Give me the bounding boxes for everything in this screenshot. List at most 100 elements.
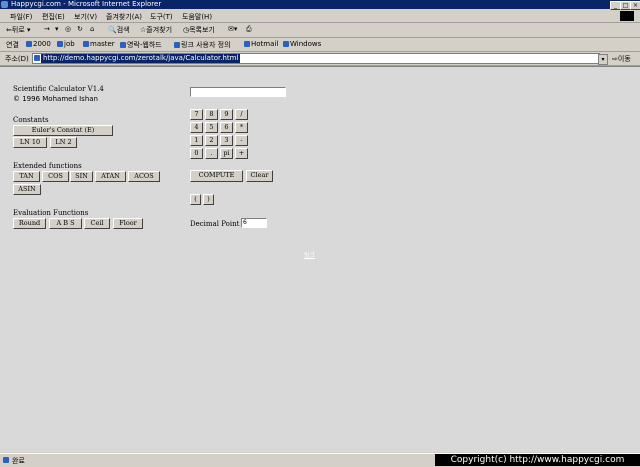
link-webhard[interactable]: 영락-웹하드 xyxy=(120,40,162,50)
key-5[interactable]: 5 xyxy=(205,122,218,133)
ie-page-icon xyxy=(174,42,180,48)
refresh-icon[interactable]: ↻ xyxy=(77,25,83,33)
calc-author: © 1996 Mohamed Ishan xyxy=(13,95,98,103)
ceil-button[interactable]: Ceil xyxy=(84,218,110,229)
ie-page-icon xyxy=(3,457,9,463)
asin-button[interactable]: ASIN xyxy=(13,184,41,195)
go-button[interactable]: ⇨이동 xyxy=(612,54,631,64)
link-hotmail[interactable]: Hotmail xyxy=(244,40,278,48)
go-label: 이동 xyxy=(617,55,631,63)
key-3[interactable]: 3 xyxy=(220,135,233,146)
link-label: 링크 사용자 정의 xyxy=(181,41,231,49)
key-6[interactable]: 6 xyxy=(220,122,233,133)
menu-help[interactable]: 도움말(H) xyxy=(182,12,212,22)
constants-heading: Constants xyxy=(13,116,49,124)
address-dropdown-icon[interactable]: ▾ xyxy=(598,54,608,65)
close-button[interactable]: × xyxy=(630,1,640,10)
extended-heading: Extended functions xyxy=(13,162,82,170)
key-pi[interactable]: pi xyxy=(220,148,233,159)
decimal-point-input[interactable]: 6 xyxy=(241,218,267,228)
link-2000[interactable]: 2000 xyxy=(26,40,51,48)
clear-button[interactable]: Clear xyxy=(246,170,273,182)
ie-page-icon xyxy=(57,41,63,47)
evaluation-heading: Evaluation Functions xyxy=(13,209,89,217)
ie-page-icon xyxy=(120,42,126,48)
page-content: Scientific Calculator V1.4 © 1996 Mohame… xyxy=(0,66,640,452)
compute-button[interactable]: COMPUTE xyxy=(190,170,243,182)
key-plus[interactable]: + xyxy=(235,148,248,159)
ie-page-icon xyxy=(283,41,289,47)
key-0[interactable]: 0 xyxy=(190,148,203,159)
home-link[interactable]: 링크 xyxy=(304,250,315,259)
close-paren-button[interactable]: ) xyxy=(203,194,214,205)
abs-button[interactable]: A B S xyxy=(49,218,82,229)
home-icon[interactable]: ⌂ xyxy=(90,25,94,33)
favorites-button[interactable]: ☆즐겨찾기 xyxy=(140,25,172,35)
sin-button[interactable]: SIN xyxy=(70,171,93,182)
key-7[interactable]: 7 xyxy=(190,109,203,120)
link-job[interactable]: job xyxy=(57,40,75,48)
ln10-button[interactable]: LN 10 xyxy=(13,137,47,148)
history-button[interactable]: ◷목록보기 xyxy=(183,25,215,35)
address-url: http://demo.happycgi.com/zerotalk/java/C… xyxy=(41,54,241,63)
address-label: 주소(D) xyxy=(5,55,29,63)
acos-button[interactable]: ACOS xyxy=(128,171,160,182)
key-divide[interactable]: / xyxy=(235,109,248,120)
forward-button[interactable]: → xyxy=(44,25,50,33)
title-bar: Happycgi.com - Microsoft Internet Explor… xyxy=(0,0,640,10)
standard-toolbar: ⇐뒤로 ▾ → ▾ ◎ ↻ ⌂ 🔍검색 ☆즐겨찾기 ◷목록보기 ✉▾ ⎙ xyxy=(0,23,640,38)
ie-page-icon xyxy=(34,55,40,61)
euler-button[interactable]: Euler's Constat (E) xyxy=(13,125,113,136)
link-windows[interactable]: Windows xyxy=(283,40,321,48)
link-label: Windows xyxy=(290,40,322,48)
ie-page-icon xyxy=(26,41,32,47)
key-4[interactable]: 4 xyxy=(190,122,203,133)
link-customize[interactable]: 링크 사용자 정의 xyxy=(174,40,231,50)
atan-button[interactable]: ATAN xyxy=(95,171,126,182)
ie-page-icon xyxy=(244,41,250,47)
address-bar: 주소(D) http://demo.happycgi.com/zerotalk/… xyxy=(0,52,640,66)
round-button[interactable]: Round xyxy=(13,218,46,229)
print-icon[interactable]: ⎙ xyxy=(246,25,252,34)
key-minus[interactable]: - xyxy=(235,135,248,146)
menu-file[interactable]: 파일(F) xyxy=(10,12,32,22)
key-9[interactable]: 9 xyxy=(220,109,233,120)
menu-tools[interactable]: 도구(T) xyxy=(150,12,173,22)
forward-dropdown-icon[interactable]: ▾ xyxy=(55,25,59,33)
search-button[interactable]: 🔍검색 xyxy=(108,25,130,35)
ie-icon xyxy=(1,1,8,8)
history-label: 목록보기 xyxy=(189,26,215,34)
calc-display-input[interactable] xyxy=(190,87,286,97)
mail-icon[interactable]: ✉▾ xyxy=(228,25,237,33)
menu-favorites[interactable]: 즐겨찾기(A) xyxy=(106,12,142,22)
menu-view[interactable]: 보기(V) xyxy=(74,12,97,22)
decimal-point-label: Decimal Point xyxy=(190,220,240,228)
ln2-button[interactable]: LN 2 xyxy=(50,137,77,148)
key-1[interactable]: 1 xyxy=(190,135,203,146)
favorites-label: 즐겨찾기 xyxy=(146,26,173,34)
copyright-banner: Copyright(c) http://www.happycgi.com xyxy=(435,454,640,466)
links-label: 연결 xyxy=(6,41,19,49)
link-label: 2000 xyxy=(33,40,51,48)
address-input[interactable]: http://demo.happycgi.com/zerotalk/java/C… xyxy=(32,53,600,64)
links-bar: 연결 2000 job master 영락-웹하드 링크 사용자 정의 Hotm… xyxy=(0,38,640,52)
link-label: Hotmail xyxy=(251,40,279,48)
key-multiply[interactable]: * xyxy=(235,122,248,133)
back-button[interactable]: ⇐뒤로 ▾ xyxy=(6,25,31,35)
open-paren-button[interactable]: ( xyxy=(190,194,201,205)
calc-title: Scientific Calculator V1.4 xyxy=(13,85,104,93)
back-label: 뒤로 xyxy=(11,26,25,34)
link-label: master xyxy=(90,40,115,48)
cos-button[interactable]: COS xyxy=(42,171,69,182)
key-2[interactable]: 2 xyxy=(205,135,218,146)
link-master[interactable]: master xyxy=(83,40,115,48)
menu-edit[interactable]: 편집(E) xyxy=(42,12,65,22)
key-decimal[interactable]: . xyxy=(205,148,218,159)
stop-icon[interactable]: ◎ xyxy=(65,25,71,33)
keypad: 7 8 9 / 4 5 6 * 1 2 3 - 0 . pi + xyxy=(190,109,250,161)
floor-button[interactable]: Floor xyxy=(113,218,143,229)
tan-button[interactable]: TAN xyxy=(13,171,40,182)
key-8[interactable]: 8 xyxy=(205,109,218,120)
link-label: 영락-웹하드 xyxy=(127,41,162,49)
ie-page-icon xyxy=(83,41,89,47)
